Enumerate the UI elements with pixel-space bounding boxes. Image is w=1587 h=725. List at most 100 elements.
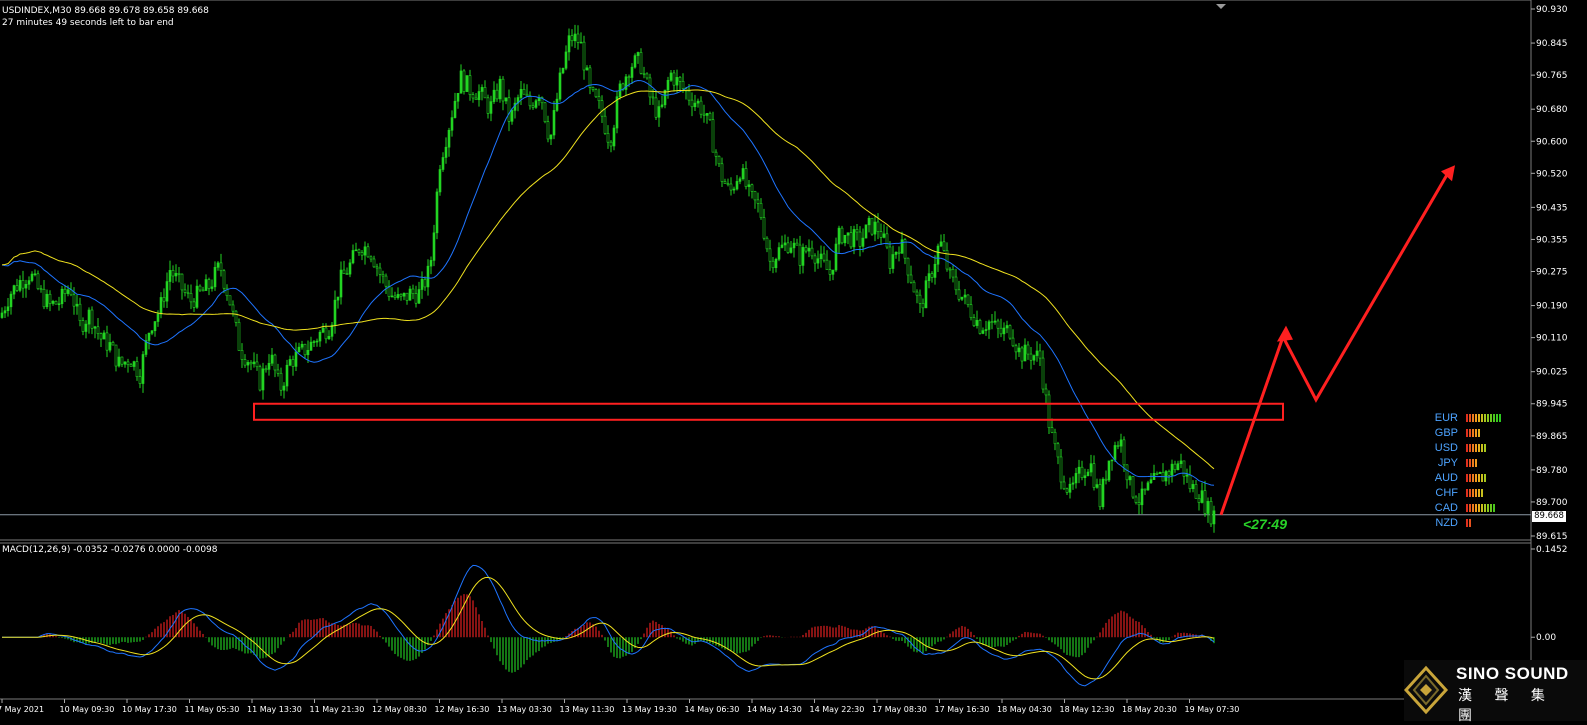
candle <box>594 88 598 98</box>
candle-body <box>405 292 409 301</box>
candle <box>258 364 262 392</box>
candle <box>81 317 85 336</box>
candle-body <box>492 89 496 102</box>
candle <box>57 296 61 311</box>
candle <box>558 67 562 102</box>
candle <box>561 67 565 75</box>
candle-body <box>558 72 562 100</box>
logo-subtitle: 漢 聲 集 團 <box>1458 688 1554 724</box>
candle <box>1104 470 1108 485</box>
time-tick-label: 13 May 11:30 <box>560 705 615 714</box>
candle <box>1188 465 1192 493</box>
candle-body <box>750 184 754 192</box>
candle-body <box>1179 460 1183 464</box>
candle <box>960 296 964 301</box>
candle-body <box>582 41 586 71</box>
candle-body <box>555 98 559 111</box>
candle <box>444 137 448 164</box>
chart-shift-marker[interactable] <box>1216 4 1226 9</box>
candle <box>126 358 130 373</box>
strength-bar <box>1469 503 1471 512</box>
candle <box>615 91 619 134</box>
candle-body <box>471 94 475 99</box>
candle <box>24 279 28 298</box>
macd-signal-line <box>2 576 1215 680</box>
strength-row-cad: CAD <box>1418 500 1528 515</box>
candle-body <box>1167 471 1171 476</box>
candle-body <box>915 291 919 296</box>
candle-body <box>1140 488 1144 506</box>
candle <box>963 289 967 305</box>
candle <box>1149 473 1153 484</box>
chart-canvas[interactable]: 90.930 90.845 90.765 90.680 90.600 90.520 90.4… <box>0 0 1587 721</box>
candle <box>1209 497 1213 528</box>
bar-timer-text: 27 minutes 49 seconds left to bar end <box>2 18 174 28</box>
candle <box>831 269 835 281</box>
candle <box>825 250 829 271</box>
strength-row-aud: AUD <box>1418 470 1528 485</box>
candle <box>459 64 463 94</box>
macd-header: MACD(12,26,9) -0.0352 -0.0276 0.0000 -0.… <box>2 545 218 555</box>
candle-body <box>1098 484 1102 508</box>
candle <box>690 92 694 117</box>
candle <box>777 242 781 262</box>
candle-body <box>489 101 493 114</box>
candle <box>465 75 469 92</box>
candle-body <box>42 288 46 308</box>
candle-body <box>957 289 961 300</box>
candle <box>336 296 340 309</box>
candle-body <box>948 268 952 271</box>
candle-body <box>339 269 343 298</box>
candle <box>183 283 187 297</box>
candle-body <box>999 327 1003 335</box>
candle-body <box>639 52 643 74</box>
candle-body <box>963 294 967 298</box>
strength-bar <box>1475 458 1477 467</box>
candle-body <box>1116 445 1120 447</box>
candle <box>438 164 442 196</box>
countdown-timer: <27:49 <box>1243 516 1287 532</box>
candle <box>237 318 241 351</box>
candle <box>807 239 811 258</box>
candle <box>330 321 334 341</box>
candle <box>1110 459 1114 471</box>
candle-body <box>1080 466 1084 478</box>
candle-body <box>597 96 601 101</box>
candle <box>153 321 157 337</box>
candle <box>147 332 151 350</box>
candle-body <box>873 221 877 235</box>
candle-body <box>669 72 673 81</box>
candle <box>525 84 529 97</box>
strength-bar <box>1466 518 1468 527</box>
candle <box>180 273 184 300</box>
candle-body <box>435 191 439 234</box>
candle-body <box>1005 325 1009 329</box>
candle-body <box>1023 344 1027 362</box>
candle-body <box>171 270 175 277</box>
candle <box>1137 493 1141 515</box>
candle <box>246 360 250 373</box>
candle <box>663 89 667 109</box>
candle-body <box>714 151 718 157</box>
candle <box>672 69 676 92</box>
candle <box>1017 342 1021 358</box>
candle <box>531 102 535 110</box>
candle <box>450 110 454 137</box>
candle-body <box>939 241 943 247</box>
candle-body <box>345 273 349 275</box>
price-axis: 90.930 90.845 90.765 90.680 90.600 90.520 90.4… <box>1531 5 1568 542</box>
candle <box>354 242 358 252</box>
candle-body <box>246 362 250 366</box>
strength-bars <box>1466 413 1501 422</box>
strength-bar <box>1469 413 1471 422</box>
candle <box>429 256 433 275</box>
strength-bars <box>1466 518 1471 527</box>
candle <box>792 238 796 258</box>
candle-body <box>477 91 481 101</box>
candle <box>1035 341 1039 362</box>
candle-body <box>126 361 130 365</box>
candle <box>1146 480 1150 491</box>
candle-body <box>978 320 982 334</box>
candle <box>630 63 634 85</box>
candle-body <box>522 89 526 95</box>
